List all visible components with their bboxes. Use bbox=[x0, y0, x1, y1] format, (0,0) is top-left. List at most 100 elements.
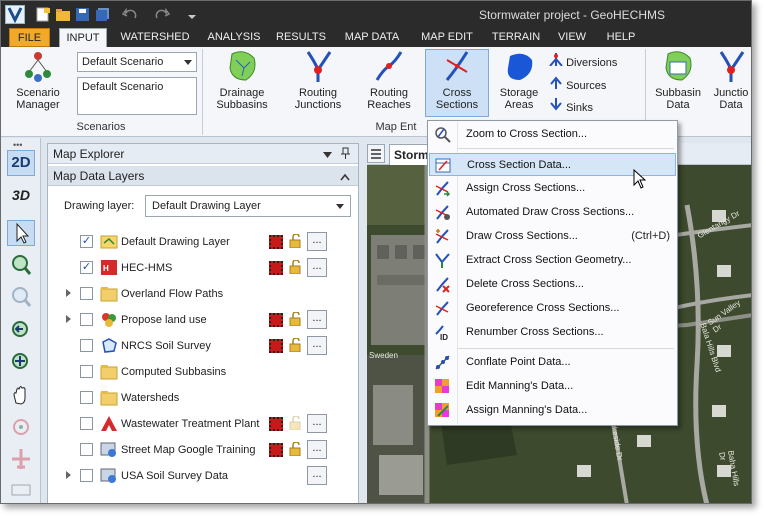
layer-options-button[interactable]: ... bbox=[307, 232, 327, 251]
tab-map-edit[interactable]: MAP EDIT bbox=[411, 28, 483, 47]
menu-item-zoom-to-cross-section[interactable]: Zoom to Cross Section... bbox=[429, 123, 676, 146]
scenario-combo[interactable]: Default Scenario bbox=[77, 52, 197, 72]
zoom-previous-button[interactable] bbox=[7, 318, 35, 344]
layer-row[interactable]: ✓ Default Drawing Layer ... bbox=[48, 229, 358, 255]
fly-button[interactable] bbox=[7, 446, 35, 472]
cross-sections-button[interactable]: Cross Sections bbox=[425, 49, 489, 117]
layer-visibility-checkbox[interactable] bbox=[80, 339, 93, 352]
new-file-icon[interactable] bbox=[35, 7, 51, 22]
menu-item-delete-cross-sections[interactable]: Delete Cross Sections... bbox=[429, 273, 676, 296]
rotate-button[interactable] bbox=[7, 414, 35, 440]
layer-row[interactable]: Overland Flow Paths bbox=[48, 281, 358, 307]
layer-options-button[interactable]: ... bbox=[307, 440, 327, 459]
layer-symbol-icon[interactable] bbox=[269, 339, 283, 353]
menu-item-extract-geometry[interactable]: Extract Cross Section Geometry... bbox=[429, 249, 676, 272]
layer-row[interactable]: Propose land use ... bbox=[48, 307, 358, 333]
storage-areas-button[interactable]: Storage Areas bbox=[493, 50, 545, 111]
tab-results[interactable]: RESULTS bbox=[271, 28, 331, 47]
tab-input[interactable]: INPUT bbox=[59, 28, 107, 47]
layer-visibility-checkbox[interactable]: ✓ bbox=[80, 235, 93, 248]
tab-terrain[interactable]: TERRAIN bbox=[485, 28, 547, 47]
menu-item-draw-cross-sections[interactable]: Draw Cross Sections... (Ctrl+D) bbox=[429, 225, 676, 248]
subbasin-data-button[interactable]: Subbasin Data bbox=[651, 50, 705, 111]
routing-reaches-button[interactable]: Routing Reaches bbox=[357, 50, 421, 111]
layer-row[interactable]: NRCS Soil Survey ... bbox=[48, 333, 358, 359]
redo-icon[interactable] bbox=[154, 7, 171, 22]
unlocked-icon[interactable] bbox=[289, 233, 303, 249]
layer-options-button[interactable]: ... bbox=[307, 466, 327, 485]
save-all-icon[interactable] bbox=[95, 7, 111, 22]
unlocked-icon[interactable] bbox=[289, 311, 303, 327]
layer-row[interactable]: Watersheds bbox=[48, 385, 358, 411]
collapse-chevron-icon[interactable] bbox=[340, 170, 350, 184]
layer-visibility-checkbox[interactable] bbox=[80, 365, 93, 378]
layer-symbol-icon[interactable] bbox=[269, 443, 283, 457]
measure-button[interactable] bbox=[7, 476, 35, 502]
tab-watershed[interactable]: WATERSHED bbox=[111, 28, 199, 47]
panel-menu-icon[interactable] bbox=[323, 148, 332, 162]
select-pointer-button[interactable] bbox=[7, 220, 35, 246]
expand-arrow-icon[interactable] bbox=[66, 289, 71, 297]
layer-visibility-checkbox[interactable] bbox=[80, 391, 93, 404]
layer-options-button[interactable]: ... bbox=[307, 414, 327, 433]
unlocked-icon[interactable] bbox=[289, 415, 303, 431]
save-icon[interactable] bbox=[75, 7, 91, 22]
view-3d-button[interactable]: 3D bbox=[7, 182, 35, 208]
scenario-manager-button[interactable]: Scenario Manager bbox=[7, 50, 69, 111]
map-data-layers-header[interactable]: Map Data Layers bbox=[48, 166, 358, 186]
unlocked-icon[interactable] bbox=[289, 337, 303, 353]
menu-item-renumber[interactable]: ID Renumber Cross Sections... bbox=[429, 321, 676, 344]
junction-data-button[interactable]: Junctio Data bbox=[707, 50, 751, 111]
zoom-full-button[interactable] bbox=[7, 350, 35, 376]
layer-row[interactable]: USA Soil Survey Data ... bbox=[48, 463, 358, 489]
layer-visibility-checkbox[interactable] bbox=[80, 313, 93, 326]
tab-list-icon[interactable] bbox=[367, 144, 385, 163]
drawing-layer-select[interactable]: Default Drawing Layer bbox=[145, 195, 351, 217]
diversions-button[interactable]: Diversions bbox=[549, 53, 641, 69]
view-2d-button[interactable]: 2D bbox=[7, 150, 35, 176]
layer-visibility-checkbox[interactable] bbox=[80, 287, 93, 300]
open-folder-icon[interactable] bbox=[55, 7, 71, 22]
drainage-subbasins-button[interactable]: Drainage Subbasins bbox=[207, 50, 277, 111]
layer-symbol-icon[interactable] bbox=[269, 261, 283, 275]
layer-symbol-icon[interactable] bbox=[269, 313, 283, 327]
layer-row[interactable]: Computed Subbasins bbox=[48, 359, 358, 385]
pin-icon[interactable] bbox=[341, 147, 350, 162]
layer-row[interactable]: Street Map Google Training ... bbox=[48, 437, 358, 463]
layer-options-button[interactable]: ... bbox=[307, 258, 327, 277]
expand-arrow-icon[interactable] bbox=[66, 471, 71, 479]
scenario-list[interactable]: Default Scenario bbox=[77, 77, 197, 115]
layer-symbol-icon[interactable] bbox=[269, 235, 283, 249]
layer-visibility-checkbox[interactable] bbox=[80, 443, 93, 456]
menu-item-conflate-point-data[interactable]: Conflate Point Data... bbox=[429, 351, 676, 374]
app-logo-icon[interactable] bbox=[5, 5, 25, 24]
zoom-extent-button[interactable] bbox=[7, 284, 35, 310]
layer-visibility-checkbox[interactable] bbox=[80, 469, 93, 482]
menu-item-georeference[interactable]: Georeference Cross Sections... bbox=[429, 297, 676, 320]
tab-map-data[interactable]: MAP DATA bbox=[335, 28, 409, 47]
menu-item-automated-draw[interactable]: Automated Draw Cross Sections... bbox=[429, 201, 676, 224]
routing-junctions-button[interactable]: Routing Junctions bbox=[285, 50, 351, 111]
unlocked-icon[interactable] bbox=[289, 441, 303, 457]
tab-analysis[interactable]: ANALYSIS bbox=[201, 28, 267, 47]
unlocked-icon[interactable] bbox=[289, 259, 303, 275]
layer-visibility-checkbox[interactable]: ✓ bbox=[80, 261, 93, 274]
menu-item-assign-manning[interactable]: Assign Manning's Data... bbox=[429, 399, 676, 422]
sinks-button[interactable]: Sinks bbox=[549, 98, 641, 114]
tab-help[interactable]: HELP bbox=[597, 28, 645, 47]
tab-file[interactable]: FILE bbox=[9, 28, 50, 47]
expand-arrow-icon[interactable] bbox=[66, 315, 71, 323]
layer-row[interactable]: ✓ H HEC-HMS ... bbox=[48, 255, 358, 281]
layer-options-button[interactable]: ... bbox=[307, 310, 327, 329]
customize-toolbar-icon[interactable] bbox=[187, 7, 203, 22]
menu-item-edit-manning[interactable]: Edit Manning's Data... bbox=[429, 375, 676, 398]
layer-options-button[interactable]: ... bbox=[307, 336, 327, 355]
undo-icon[interactable] bbox=[121, 7, 138, 22]
layer-symbol-icon[interactable] bbox=[269, 417, 283, 431]
tab-view[interactable]: VIEW bbox=[551, 28, 593, 47]
zoom-in-out-button[interactable] bbox=[7, 252, 35, 278]
pan-button[interactable] bbox=[7, 382, 35, 408]
sources-button[interactable]: Sources bbox=[549, 76, 641, 92]
layer-row[interactable]: Wastewater Treatment Plant ... bbox=[48, 411, 358, 437]
layer-visibility-checkbox[interactable] bbox=[80, 417, 93, 430]
